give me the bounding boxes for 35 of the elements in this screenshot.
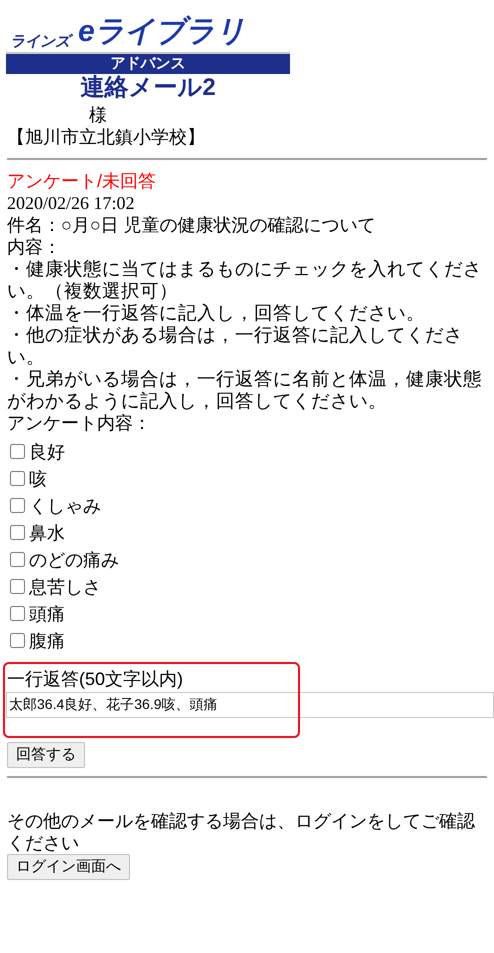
footer-message: その他のメールを確認する場合は、ログインをしてご確認ください: [7, 810, 476, 854]
option-label: くしゃみ: [29, 494, 101, 516]
survey-status: アンケート/未回答: [7, 170, 158, 192]
logo-product: eライブラリ: [78, 14, 246, 50]
option-label: 腹痛: [29, 630, 65, 652]
logo-service: 連絡メール2: [80, 74, 216, 102]
option-checkbox[interactable]: [10, 444, 25, 459]
option-checkbox[interactable]: [10, 633, 25, 648]
content-paragraph: ・他の症状がある場合は，一行返答に記入してください。: [7, 324, 464, 368]
option-label: のどの痛み: [29, 548, 119, 570]
option-label: 息苦しさ: [29, 576, 101, 598]
options-label: アンケート内容：: [7, 412, 152, 434]
logo-edition: アドバンス: [110, 55, 186, 73]
option-checkbox[interactable]: [10, 471, 25, 486]
school-name: 【旭川市立北鎮小学校】: [7, 127, 205, 147]
option-checkbox[interactable]: [10, 552, 25, 567]
login-button[interactable]: ログイン画面へ: [7, 854, 130, 880]
content-paragraph: ・体温を一行返答に記入し，回答してください。: [7, 302, 426, 324]
content-paragraph: ・兄弟がいる場合は，一行返答に名前と体温，健康状態がわかるように記入し，回答してください。: [7, 368, 483, 412]
option-label: 咳: [29, 468, 47, 490]
reply-label: 一行返答(50文字以内): [7, 669, 184, 689]
option-checkbox[interactable]: [10, 579, 25, 594]
option-label: 頭痛: [29, 602, 65, 624]
option-checkbox[interactable]: [10, 525, 25, 540]
submit-button[interactable]: 回答する: [7, 742, 85, 768]
sent-datetime: 2020/02/26 17:02: [7, 192, 136, 214]
subject: 件名：○月○日 児童の健康状況の確認について: [7, 214, 377, 236]
content-paragraph: ・健康状態に当てはまるものにチェックを入れてください。（複数選択可）: [7, 258, 483, 302]
content-label: 内容：: [7, 236, 62, 258]
option-label: 良好: [29, 440, 65, 462]
reply-input[interactable]: 太郎36.4良好、花子36.9咳、頭痛: [6, 692, 494, 718]
option-checkbox[interactable]: [10, 606, 25, 621]
honorific: 様: [89, 105, 107, 125]
option-checkbox[interactable]: [10, 498, 25, 513]
option-label: 鼻水: [29, 522, 65, 544]
